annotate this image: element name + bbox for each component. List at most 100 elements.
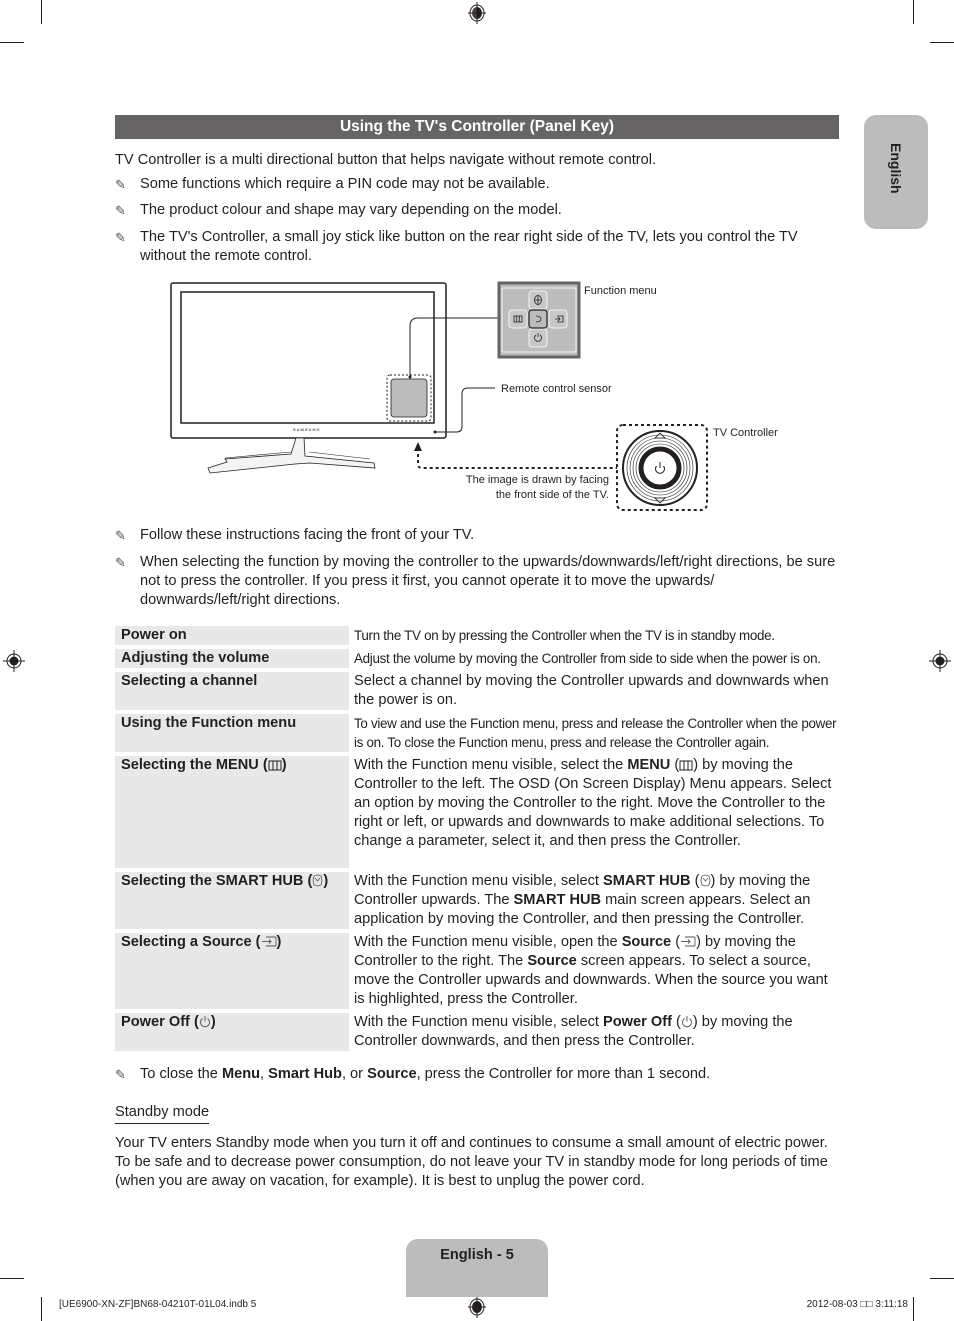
crop-mark <box>930 1278 954 1279</box>
function-menu-power-button <box>528 328 548 348</box>
value-text: With the Function menu visible, select <box>354 1014 604 1030</box>
section-title: Using the TV's Controller (Panel Key) <box>115 115 839 139</box>
page-number-tab: English - 5 <box>406 1239 548 1297</box>
function-menu-return-button <box>528 309 548 329</box>
note-text: The product colour and shape may vary de… <box>140 202 562 218</box>
value-bold: SMART HUB <box>603 873 691 889</box>
note-text: To close the <box>140 1066 222 1082</box>
row-key: Adjusting the volume <box>115 649 349 668</box>
pencil-note-icon: ✎ <box>115 177 126 192</box>
print-slug-file: [UE6900-XN-ZF]BN68-04210T-01L04.indb 5 <box>59 1299 257 1310</box>
source-icon <box>261 936 276 947</box>
row-value: With the Function menu visible, select S… <box>349 872 839 929</box>
note-text: , press the Controller for more than 1 s… <box>416 1066 711 1082</box>
row-key-end: ) <box>323 873 329 889</box>
language-side-tab-label: English <box>888 143 904 194</box>
note-colour: ✎ The product colour and shape may vary … <box>115 201 839 220</box>
row-value: With the Function menu visible, select t… <box>349 756 839 868</box>
row-key: Selecting the SMART HUB () <box>115 872 349 929</box>
value-bold: Source <box>527 953 577 969</box>
row-key: Selecting a Source () <box>115 933 349 1009</box>
crop-mark <box>913 1297 914 1321</box>
registration-mark-icon <box>468 1296 486 1318</box>
source-icon <box>681 936 696 947</box>
value-bold: Source <box>621 934 672 950</box>
note-text: , <box>260 1066 269 1082</box>
note-press-warning: ✎ When selecting the function by moving … <box>115 553 839 610</box>
print-slug-timestamp: 2012-08-03 □□ 3:11:18 <box>806 1299 908 1310</box>
table-row: Selecting a channel Select a channel by … <box>115 672 839 710</box>
row-key-end: ) <box>276 934 282 950</box>
intro-text: TV Controller is a multi directional but… <box>115 152 657 168</box>
crop-mark <box>913 0 914 24</box>
standby-body: Your TV enters Standby mode when you tur… <box>115 1135 828 1189</box>
crop-mark <box>0 1278 24 1279</box>
row-key: Power on <box>115 626 349 645</box>
row-key-text: Power Off ( <box>121 1014 199 1030</box>
note-controller: ✎ The TV's Controller, a small joy stick… <box>115 228 839 266</box>
row-key-end: ) <box>281 757 287 773</box>
power-icon <box>199 1016 210 1028</box>
page-number-label: English - 5 <box>440 1247 514 1263</box>
crop-mark <box>930 42 954 43</box>
power-icon <box>681 1016 692 1028</box>
row-key: Using the Function menu <box>115 714 349 752</box>
row-key-text: Selecting a Source ( <box>121 934 261 950</box>
menu-icon <box>679 760 693 771</box>
table-row: Using the Function menu To view and use … <box>115 714 839 752</box>
value-text: ( <box>671 1014 681 1030</box>
row-value: With the Function menu visible, open the… <box>349 933 839 1009</box>
crop-mark <box>41 1297 42 1321</box>
value-text: ( <box>670 757 680 773</box>
tv-controller-label: TV Controller <box>713 427 778 439</box>
row-value: Adjust the volume by moving the Controll… <box>354 651 821 666</box>
value-text: With the Function menu visible, open the <box>354 934 622 950</box>
note-bold: Source <box>367 1066 417 1082</box>
row-value: Select a channel by moving the Controlle… <box>354 673 829 708</box>
function-menu-label: Function menu <box>584 285 657 297</box>
row-key: Selecting the MENU () <box>115 756 349 868</box>
row-key: Power Off () <box>115 1013 349 1051</box>
note-text: Some functions which require a PIN code … <box>140 176 550 192</box>
smart-hub-icon <box>312 874 323 887</box>
standby-heading: Standby mode <box>115 1103 210 1124</box>
note-close-menu: ✎ To close the Menu, Smart Hub, or Sourc… <box>115 1065 839 1084</box>
pencil-note-icon: ✎ <box>115 1067 126 1082</box>
registration-mark-icon <box>3 650 25 672</box>
crop-mark <box>41 0 42 24</box>
value-text: With the Function menu visible, select <box>354 873 604 889</box>
language-side-tab: English <box>864 115 928 229</box>
note-text: When selecting the function by moving th… <box>140 554 836 608</box>
facing-note-line2: the front side of the TV. <box>495 489 609 501</box>
row-key-end: ) <box>210 1014 216 1030</box>
table-row: Selecting a Source () With the Function … <box>115 933 839 1009</box>
pencil-note-icon: ✎ <box>115 203 126 218</box>
table-row: Adjusting the volume Adjust the volume b… <box>115 649 839 668</box>
value-text: ( <box>690 873 700 889</box>
table-row: Selecting the MENU () With the Function … <box>115 756 839 868</box>
note-text: The TV's Controller, a small joy stick l… <box>140 229 798 264</box>
row-value: Turn the TV on by pressing the Controlle… <box>354 628 775 643</box>
smart-hub-icon <box>700 874 710 887</box>
note-text: , or <box>341 1066 368 1082</box>
value-text: ( <box>671 934 681 950</box>
value-bold: SMART HUB <box>513 892 602 908</box>
table-row: Power Off () With the Function menu visi… <box>115 1013 839 1051</box>
row-value: With the Function menu visible, select P… <box>349 1013 839 1051</box>
table-row: Selecting the SMART HUB () With the Func… <box>115 872 839 929</box>
row-key-text: Selecting the MENU ( <box>121 757 268 773</box>
row-key-text: Selecting the SMART HUB ( <box>121 873 313 889</box>
note-facing: ✎ Follow these instructions facing the f… <box>115 526 839 545</box>
value-bold: Power Off <box>603 1014 672 1030</box>
controller-functions-table: Power on Turn the TV on by pressing the … <box>115 622 839 1055</box>
row-key: Selecting a channel <box>115 672 349 710</box>
pencil-note-icon: ✎ <box>115 528 126 543</box>
tv-controller-dial <box>622 430 698 506</box>
crop-mark <box>0 42 24 43</box>
registration-mark-icon <box>468 2 486 24</box>
pencil-note-icon: ✎ <box>115 230 126 245</box>
table-row: Power on Turn the TV on by pressing the … <box>115 626 839 645</box>
pencil-note-icon: ✎ <box>115 555 126 570</box>
registration-mark-icon <box>929 650 951 672</box>
brand-logo: SAMSUNG <box>293 427 321 432</box>
